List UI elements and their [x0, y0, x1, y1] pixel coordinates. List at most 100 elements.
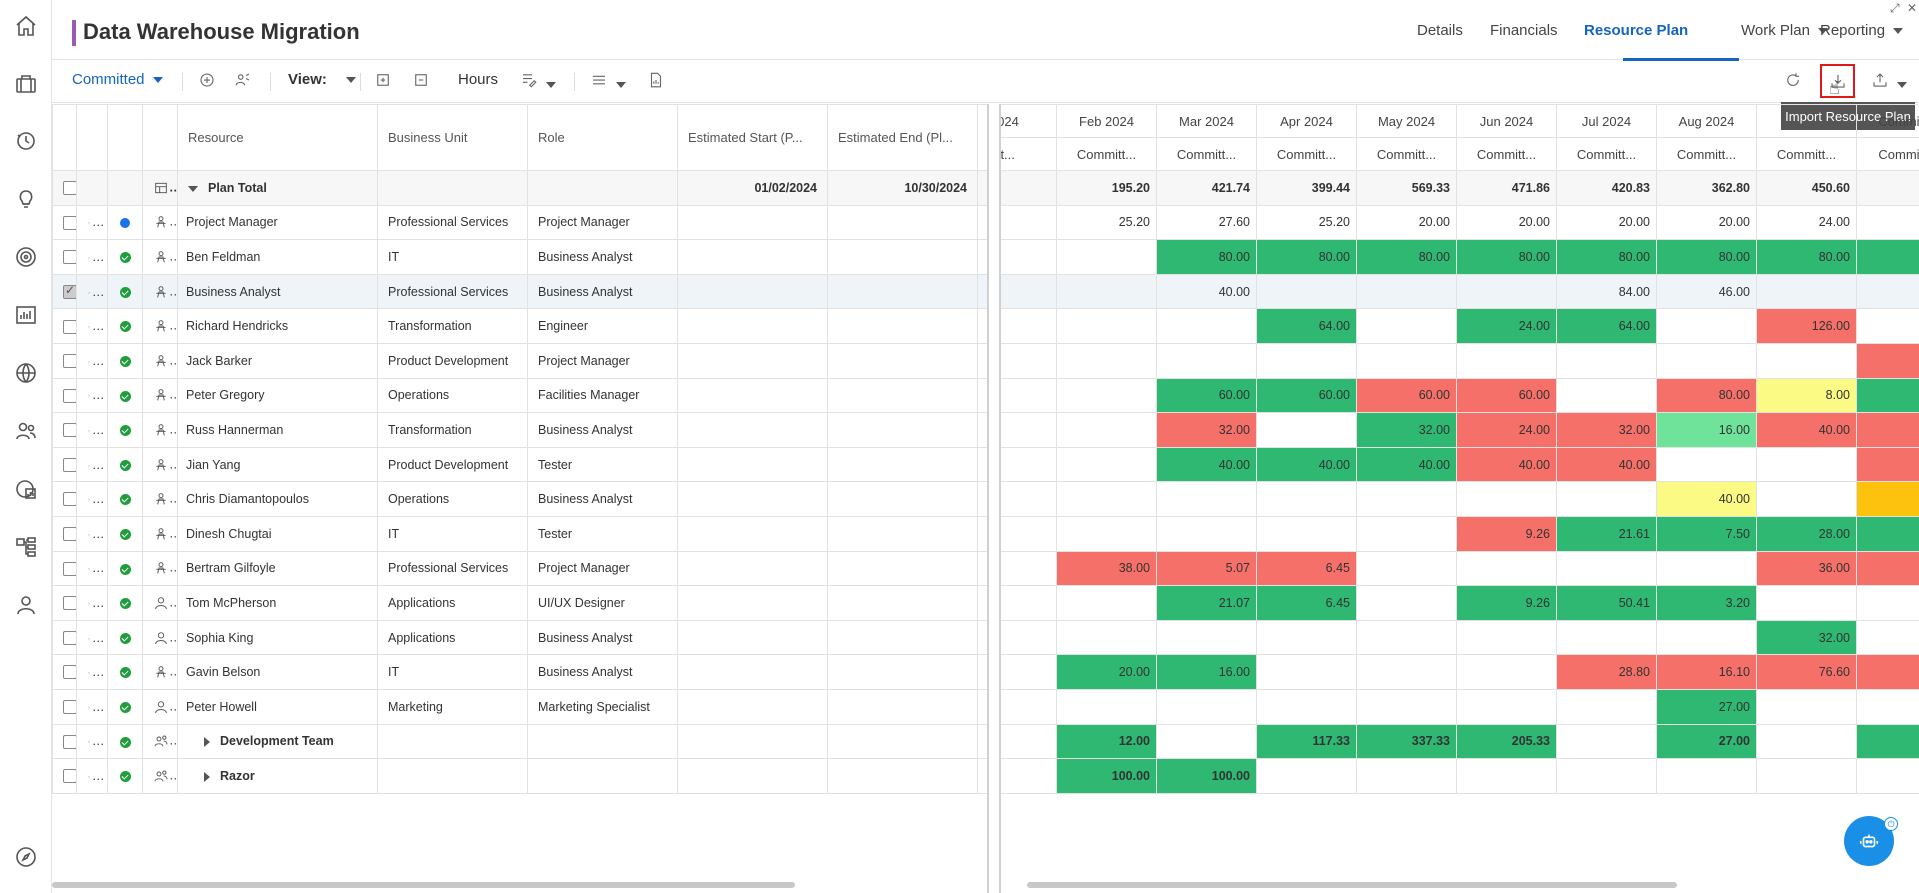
- hours-cell[interactable]: 50.41: [1556, 585, 1657, 621]
- hours-cell[interactable]: [1156, 515, 1257, 552]
- export-dropdown[interactable]: [1871, 71, 1907, 93]
- estimated-end-cell[interactable]: [827, 654, 978, 690]
- resource-cell[interactable]: Dinesh Chugtai: [177, 515, 378, 552]
- grid-splitter[interactable]: [987, 104, 1001, 893]
- hours-cell[interactable]: [1001, 619, 1057, 656]
- hours-cell[interactable]: [1356, 688, 1457, 725]
- resource-row[interactable]: ··· Gavin Belson IT Business Analyst: [52, 654, 987, 690]
- hours-cell[interactable]: [1001, 377, 1057, 414]
- row-menu-dots[interactable]: ···: [87, 700, 105, 714]
- tab-details[interactable]: Details: [1417, 22, 1463, 39]
- hours-cell[interactable]: 32.00: [1556, 412, 1657, 448]
- hours-cell[interactable]: [1001, 758, 1057, 794]
- estimated-end-cell[interactable]: [827, 758, 978, 794]
- estimated-end-cell[interactable]: [827, 308, 978, 344]
- estimated-start-cell[interactable]: [677, 585, 828, 621]
- resource-row[interactable]: ··· Sophia King Applications Business An…: [52, 619, 987, 656]
- resource-cell[interactable]: Richard Hendricks: [177, 308, 378, 344]
- row-menu-dots[interactable]: ···: [87, 250, 105, 264]
- estimated-start-cell[interactable]: [677, 377, 828, 414]
- hours-cell[interactable]: [1256, 758, 1357, 794]
- hours-cell[interactable]: 9.26: [1456, 515, 1557, 552]
- row-checkbox[interactable]: [63, 630, 76, 645]
- title-more-menu[interactable]: ···: [339, 22, 358, 40]
- hours-cell[interactable]: [1356, 758, 1457, 794]
- expand-toggle-icon[interactable]: [204, 737, 210, 747]
- hours-cell[interactable]: [1256, 688, 1357, 725]
- estimated-start-cell[interactable]: [677, 515, 828, 552]
- hours-cell[interactable]: 32.00: [1156, 412, 1257, 448]
- popout-icon[interactable]: ⤢: [1890, 1, 1900, 16]
- resource-row[interactable]: ··· Business Analyst Professional Servic…: [52, 273, 987, 310]
- resource-cell[interactable]: Sophia King: [177, 619, 378, 656]
- hours-cell[interactable]: 40.00: [1756, 412, 1857, 448]
- resource-cell[interactable]: Project Manager: [177, 204, 378, 241]
- col-header-resource[interactable]: Resource: [177, 104, 378, 171]
- resource-cell[interactable]: Tom McPherson: [177, 585, 378, 621]
- hours-cell[interactable]: 5.07: [1156, 550, 1257, 587]
- hours-cell[interactable]: [1256, 273, 1357, 310]
- row-menu-dots[interactable]: ···: [87, 492, 105, 506]
- hours-cell[interactable]: 80.00: [1556, 239, 1657, 275]
- estimated-start-cell[interactable]: [677, 308, 828, 344]
- hours-cell[interactable]: [1001, 239, 1057, 275]
- hours-cell[interactable]: 80.00: [1156, 239, 1257, 275]
- hours-cell[interactable]: [1356, 550, 1457, 587]
- hours-cell[interactable]: 80.00: [1456, 239, 1557, 275]
- hours-cell[interactable]: [1456, 654, 1557, 690]
- row-checkbox[interactable]: [63, 283, 76, 299]
- estimated-end-cell[interactable]: [827, 585, 978, 621]
- reports-icon[interactable]: [11, 300, 41, 330]
- hours-cell[interactable]: [1356, 342, 1457, 379]
- hours-cell[interactable]: 117.33: [1256, 723, 1357, 760]
- hours-cell[interactable]: [1001, 412, 1057, 448]
- right-horizontal-scrollbar[interactable]: [1027, 882, 1677, 888]
- home-icon[interactable]: [11, 11, 41, 41]
- row-checkbox[interactable]: [63, 700, 76, 715]
- row-checkbox[interactable]: [63, 734, 76, 749]
- estimated-end-cell[interactable]: [827, 239, 978, 275]
- hours-cell[interactable]: [1756, 585, 1857, 621]
- hours-cell[interactable]: [1056, 239, 1157, 275]
- hours-cell[interactable]: [1856, 481, 1919, 517]
- hours-cell[interactable]: [1556, 758, 1657, 794]
- hours-cell[interactable]: [1856, 550, 1919, 587]
- hours-cell[interactable]: [1256, 654, 1357, 690]
- hours-cell[interactable]: [1156, 481, 1257, 517]
- col-header-business-unit[interactable]: Business Unit: [377, 104, 528, 171]
- tab-work-plan[interactable]: Work Plan: [1741, 22, 1828, 39]
- hours-cell[interactable]: [1256, 342, 1357, 379]
- row-checkbox[interactable]: [63, 457, 76, 472]
- hours-cell[interactable]: [1856, 619, 1919, 656]
- hours-cell[interactable]: [1756, 758, 1857, 794]
- estimated-start-cell[interactable]: [677, 412, 828, 448]
- hours-cell[interactable]: [1256, 412, 1357, 448]
- tab-financials[interactable]: Financials: [1490, 22, 1558, 39]
- resource-row[interactable]: ··· Peter Gregory Operations Facilities …: [52, 377, 987, 414]
- collapse-toggle-icon[interactable]: [188, 185, 198, 192]
- hours-cell[interactable]: [1556, 342, 1657, 379]
- hours-cell[interactable]: 7.50: [1656, 515, 1757, 552]
- hours-cell[interactable]: 25.20: [1056, 204, 1157, 241]
- hours-cell[interactable]: [1056, 308, 1157, 344]
- hours-cell[interactable]: 28.80: [1556, 654, 1657, 690]
- hours-cell[interactable]: 3.20: [1656, 585, 1757, 621]
- hours-cell[interactable]: [1156, 619, 1257, 656]
- hours-cell[interactable]: 80.00: [1656, 239, 1757, 275]
- hours-cell[interactable]: [1356, 273, 1457, 310]
- hours-cell[interactable]: [1756, 446, 1857, 483]
- hours-cell[interactable]: [1856, 412, 1919, 448]
- refresh-button[interactable]: [1784, 71, 1802, 93]
- hours-cell[interactable]: [1756, 342, 1857, 379]
- hours-cell[interactable]: [1156, 688, 1257, 725]
- hours-cell[interactable]: [1556, 481, 1657, 517]
- hours-cell[interactable]: 80.00: [1656, 377, 1757, 414]
- col-header-estimated-end[interactable]: Estimated End (Pl...: [827, 104, 978, 171]
- estimated-end-cell[interactable]: [827, 377, 978, 414]
- hierarchy-icon[interactable]: [11, 532, 41, 562]
- hours-cell[interactable]: 21.07: [1156, 585, 1257, 621]
- hours-cell[interactable]: 6.45: [1256, 585, 1357, 621]
- hours-cell[interactable]: [1156, 723, 1257, 760]
- resource-cell[interactable]: Development Team: [177, 723, 378, 760]
- left-horizontal-scrollbar[interactable]: [52, 882, 795, 888]
